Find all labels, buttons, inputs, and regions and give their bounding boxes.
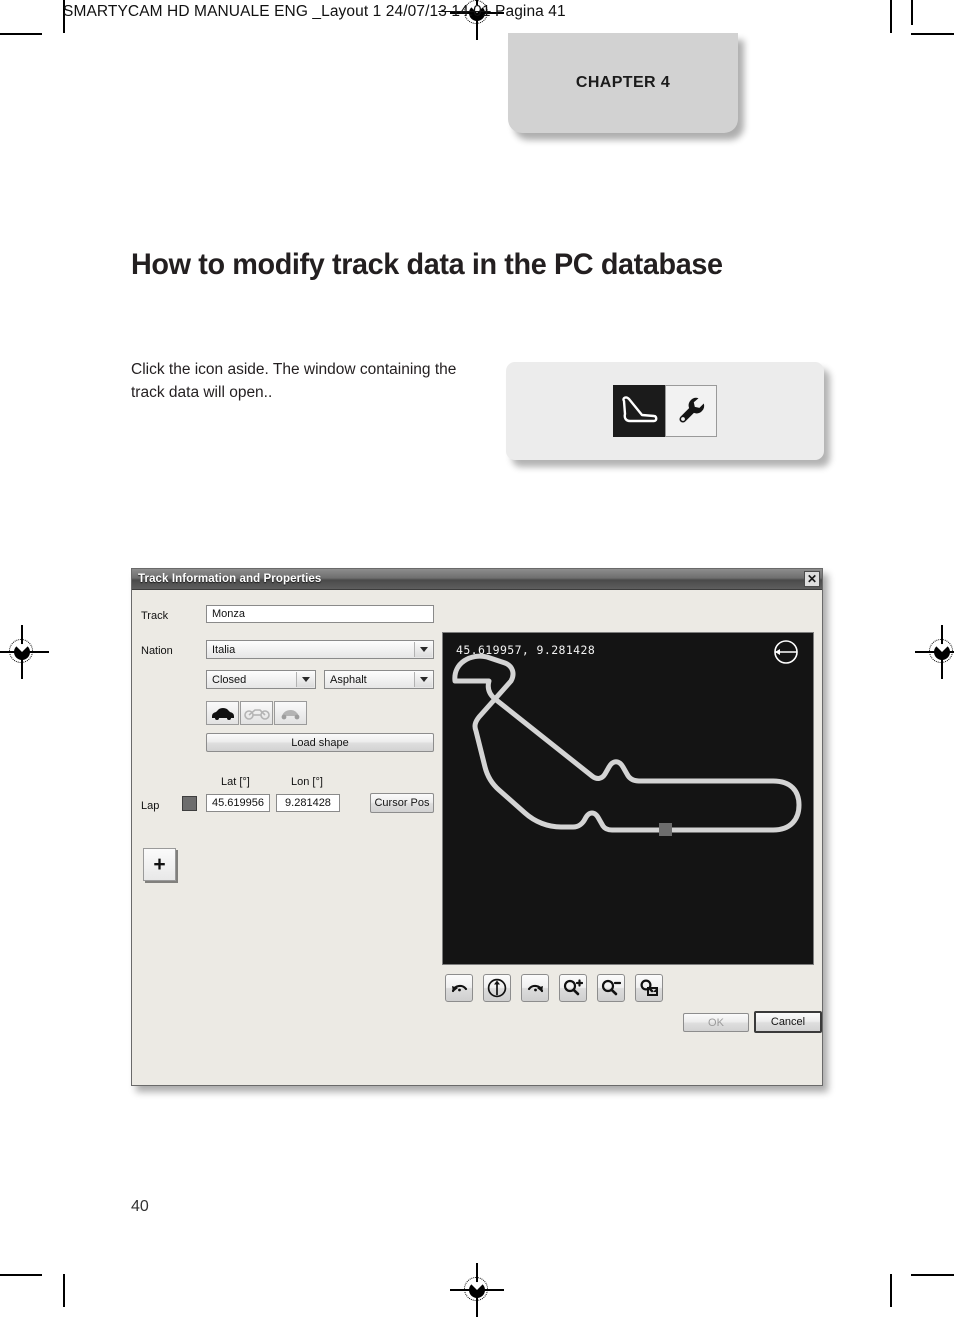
zoom-out-icon[interactable] <box>597 974 625 1002</box>
body-paragraph: Click the icon aside. The window contain… <box>131 361 457 401</box>
crop-mark-top-left-h <box>0 33 42 35</box>
slug-text-before: SMARTYCAM HD MANUALE ENG _Layout 1 24/07… <box>63 3 439 20</box>
lon-input[interactable]: 9.281428 <box>276 794 340 812</box>
dialog-titlebar: Track Information and Properties ✕ <box>132 569 822 590</box>
chevron-down-icon <box>414 642 432 657</box>
orientation-north-icon[interactable] <box>483 974 511 1002</box>
surface-type-value: Asphalt <box>330 673 367 686</box>
chevron-down-icon <box>296 672 314 687</box>
registration-mark-right <box>915 625 954 679</box>
nation-label: Nation <box>141 645 173 657</box>
zoom-fit-icon[interactable] <box>635 974 663 1002</box>
track-map-view[interactable]: 45.619957, 9.281428 <box>442 632 814 965</box>
rotate-left-icon[interactable] <box>445 974 473 1002</box>
layout-type-select[interactable]: Closed <box>206 670 316 689</box>
lap-row-label: Lap <box>141 800 160 812</box>
track-shape-icon <box>613 385 665 437</box>
wrench-icon <box>665 385 717 437</box>
load-shape-button[interactable]: Load shape <box>206 733 434 752</box>
layout-type-value: Closed <box>212 673 247 686</box>
print-slug-header: SMARTYCAM HD MANUALE ENG _Layout 1 24/07… <box>63 3 566 21</box>
cursor-pos-button[interactable]: Cursor Pos <box>370 793 434 813</box>
nation-select-value: Italia <box>212 643 236 656</box>
print-proof-page: SMARTYCAM HD MANUALE ENG _Layout 1 24/07… <box>0 0 954 1317</box>
ok-button[interactable]: OK <box>683 1013 749 1032</box>
crop-mark-top-right-h <box>911 33 954 35</box>
lap-color-swatch[interactable] <box>182 796 197 811</box>
slug-text-struck: 3 14.01 <box>438 3 491 20</box>
registration-mark-left <box>0 625 49 679</box>
cancel-button[interactable]: Cancel <box>754 1011 822 1033</box>
chapter-tab-label: CHAPTER 4 <box>575 74 671 91</box>
slug-text-after: Pagina 41 <box>490 3 566 20</box>
page-title: How to modify track data in the PC datab… <box>131 248 723 281</box>
vehicle-type-scooter-button <box>274 701 307 725</box>
vehicle-type-motorcycle-button <box>240 701 273 725</box>
add-lap-button[interactable]: + <box>143 848 176 881</box>
crop-mark-bottom-right-h <box>911 1274 954 1276</box>
registration-mark-bottom <box>450 1263 504 1317</box>
dialog-title: Track Information and Properties <box>138 573 322 585</box>
chevron-down-icon <box>414 672 432 687</box>
close-icon[interactable]: ✕ <box>804 571 820 587</box>
track-label: Track <box>141 610 169 622</box>
surface-type-select[interactable]: Asphalt <box>324 670 434 689</box>
crop-mark-bottom-left-v <box>63 1274 65 1307</box>
track-input[interactable]: Monza <box>206 605 434 623</box>
crop-mark-top-right-v <box>890 0 892 33</box>
rotate-right-icon[interactable] <box>521 974 549 1002</box>
crop-mark-bottom-left-h <box>0 1274 42 1276</box>
nation-select[interactable]: Italia <box>206 640 434 659</box>
monza-track-outline <box>452 653 802 836</box>
lat-header: Lat [°] <box>221 776 250 788</box>
page-number: 40 <box>131 1198 149 1215</box>
lon-header: Lon [°] <box>291 776 323 788</box>
chapter-tab: CHAPTER 4 <box>508 33 738 133</box>
icon-pair <box>613 385 717 437</box>
dialog-body: Track Monza Nation Italia Closed Asphalt <box>132 590 822 1085</box>
crop-mark-bottom-right-v <box>890 1274 892 1307</box>
track-information-dialog: Track Information and Properties ✕ Track… <box>131 568 823 1086</box>
vehicle-type-car-button[interactable] <box>206 701 239 725</box>
icon-callout-panel <box>506 362 824 460</box>
zoom-in-icon[interactable] <box>559 974 587 1002</box>
crop-mark-top-right-v2 <box>911 0 913 25</box>
lat-input[interactable]: 45.619956 <box>206 794 270 812</box>
